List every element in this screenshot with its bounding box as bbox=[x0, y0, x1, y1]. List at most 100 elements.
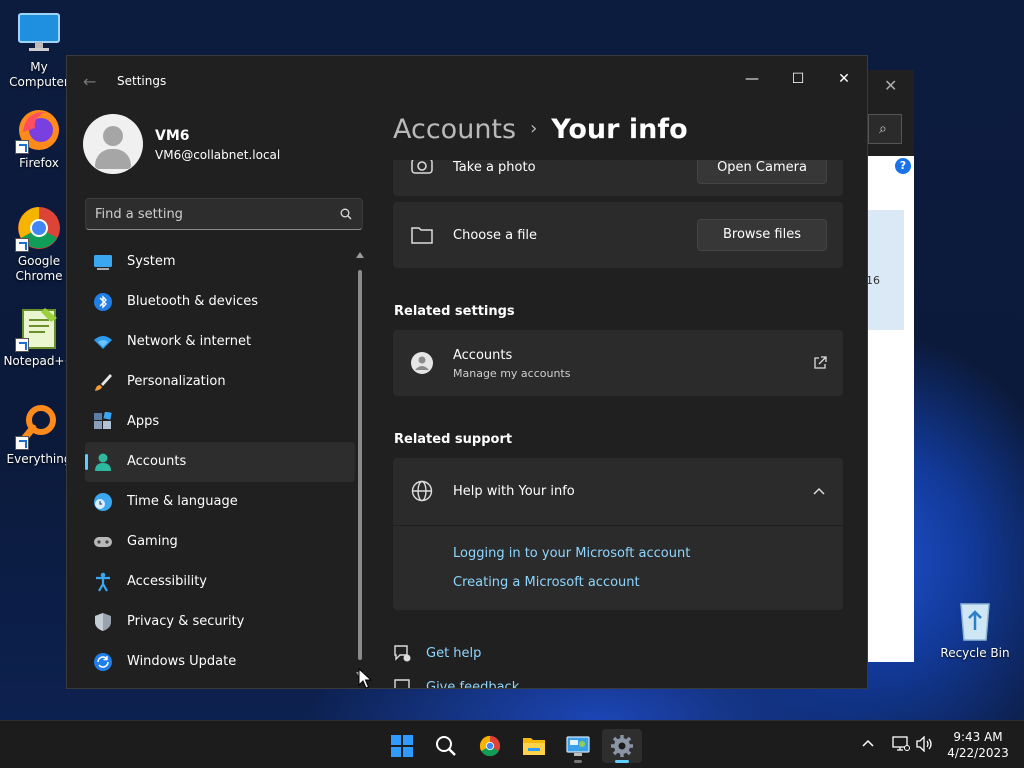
browse-files-button[interactable]: Browse files bbox=[697, 219, 827, 251]
taskbar-chrome-button[interactable] bbox=[470, 729, 510, 763]
notepadpp-icon bbox=[15, 304, 63, 352]
related-support-heading: Related support bbox=[394, 432, 513, 447]
give-feedback-link[interactable]: Give feedback bbox=[426, 680, 519, 688]
take-photo-label: Take a photo bbox=[453, 160, 536, 175]
settings-window: ← Settings — ☐ ✕ VM6 VM6@collabnet.local… bbox=[66, 55, 868, 689]
breadcrumb: Accounts › Your info bbox=[393, 114, 688, 145]
sidebar-item-bluetooth[interactable]: Bluetooth & devices bbox=[85, 282, 355, 322]
taskbar-start-button[interactable] bbox=[382, 729, 422, 763]
recycle-bin-icon bbox=[951, 596, 999, 644]
accounts-link-title: Accounts bbox=[453, 348, 513, 363]
apps-icon bbox=[94, 412, 112, 429]
active-indicator bbox=[615, 760, 629, 763]
sidebar-item-personalization[interactable]: Personalization bbox=[85, 362, 355, 402]
control-panel-icon bbox=[566, 736, 590, 756]
taskbar-file-explorer-button[interactable] bbox=[514, 729, 554, 763]
globe-icon bbox=[411, 480, 433, 502]
update-icon bbox=[94, 653, 112, 671]
desktop-icon-label: Firefox bbox=[19, 156, 59, 170]
desktop-icon-label: Notepad++ bbox=[3, 354, 75, 368]
desktop-icon-everything[interactable]: Everything bbox=[2, 402, 76, 467]
sidebar-item-privacy[interactable]: Privacy & security bbox=[85, 602, 355, 642]
mouse-cursor-icon bbox=[358, 668, 372, 689]
help-expander-header[interactable]: Help with Your info bbox=[393, 458, 843, 524]
gamepad-icon bbox=[94, 537, 112, 547]
sidebar-item-apps[interactable]: Apps bbox=[85, 402, 355, 442]
sidebar-item-gaming[interactable]: Gaming bbox=[85, 522, 355, 562]
clock-date: 4/22/2023 bbox=[947, 746, 1009, 760]
desktop-icon-recycle-bin[interactable]: Recycle Bin bbox=[938, 596, 1012, 661]
background-window[interactable]: ✕ ⌕ ? 16 bbox=[866, 70, 914, 662]
taskbar-clock[interactable]: 9:43 AM 4/22/2023 bbox=[942, 729, 1014, 761]
desktop-icon-label: Google Chrome bbox=[15, 254, 63, 283]
desktop-icon-label: Everything bbox=[6, 452, 72, 466]
scroll-up-icon[interactable] bbox=[356, 252, 364, 258]
taskbar-control-panel-button[interactable] bbox=[558, 729, 598, 763]
sidebar-item-windows-update[interactable]: Windows Update bbox=[85, 642, 355, 682]
sidebar-item-label: Network & internet bbox=[127, 334, 252, 349]
help-link-logging-in[interactable]: Logging in to your Microsoft account bbox=[453, 546, 690, 561]
desktop-icon-notepadpp[interactable]: Notepad++ bbox=[2, 304, 76, 369]
sidebar-item-label: Accounts bbox=[127, 454, 187, 469]
sidebar-item-accessibility[interactable]: Accessibility bbox=[85, 562, 355, 602]
feedback-icon bbox=[394, 679, 410, 688]
search-placeholder: Find a setting bbox=[95, 207, 183, 222]
network-icon[interactable] bbox=[892, 736, 910, 752]
sidebar-item-time-language[interactable]: Time & language bbox=[85, 482, 355, 522]
wifi-icon bbox=[94, 336, 112, 349]
sidebar-scrollbar[interactable] bbox=[355, 252, 365, 678]
search-icon bbox=[340, 208, 352, 220]
taskbar-search-button[interactable] bbox=[426, 729, 466, 763]
title-bar[interactable]: ← Settings — ☐ ✕ bbox=[67, 56, 867, 104]
bluetooth-icon bbox=[94, 293, 112, 311]
help-link-creating-account[interactable]: Creating a Microsoft account bbox=[453, 575, 640, 590]
shortcut-arrow-icon bbox=[15, 238, 29, 252]
page-title: Your info bbox=[551, 114, 688, 145]
folder-icon bbox=[411, 227, 433, 244]
desktop-icon-chrome[interactable]: Google Chrome bbox=[2, 204, 76, 284]
search-icon[interactable]: ⌕ bbox=[868, 114, 902, 144]
search-input[interactable]: Find a setting bbox=[85, 198, 363, 230]
account-circle-icon bbox=[411, 352, 433, 374]
sidebar-item-label: System bbox=[127, 254, 176, 269]
close-icon[interactable]: ✕ bbox=[884, 76, 897, 95]
avatar bbox=[83, 114, 143, 174]
help-icon[interactable]: ? bbox=[895, 158, 911, 174]
back-arrow-icon[interactable]: ← bbox=[83, 72, 96, 91]
background-window-text: 16 bbox=[866, 274, 880, 287]
get-help-link[interactable]: Get help bbox=[426, 646, 481, 661]
settings-icon bbox=[611, 735, 633, 757]
desktop-icon-my-computer[interactable]: My Computer bbox=[2, 10, 76, 90]
related-settings-heading: Related settings bbox=[394, 304, 515, 319]
accounts-icon bbox=[95, 453, 111, 471]
firefox-icon bbox=[15, 106, 63, 154]
system-icon bbox=[94, 255, 112, 270]
close-button[interactable]: ✕ bbox=[821, 64, 867, 94]
shortcut-arrow-icon bbox=[15, 436, 29, 450]
sidebar-item-accounts[interactable]: Accounts bbox=[85, 442, 355, 482]
volume-icon[interactable] bbox=[916, 736, 934, 752]
chevron-up-icon[interactable] bbox=[862, 738, 874, 748]
take-photo-card: Take a photo Open Camera bbox=[393, 160, 843, 196]
open-external-icon bbox=[814, 356, 827, 369]
maximize-button[interactable]: ☐ bbox=[775, 64, 821, 94]
background-window-panel bbox=[866, 210, 904, 330]
open-camera-button[interactable]: Open Camera bbox=[697, 160, 827, 184]
start-icon bbox=[391, 735, 413, 757]
taskbar-settings-button[interactable] bbox=[602, 729, 642, 763]
chrome-icon bbox=[479, 735, 501, 757]
sidebar-nav: System Bluetooth & devices Network & int… bbox=[85, 242, 355, 682]
sidebar-item-label: Bluetooth & devices bbox=[127, 294, 258, 309]
breadcrumb-parent[interactable]: Accounts bbox=[393, 114, 516, 145]
everything-icon bbox=[15, 402, 63, 450]
sidebar-item-system[interactable]: System bbox=[85, 242, 355, 282]
accounts-link-subtitle: Manage my accounts bbox=[453, 367, 571, 380]
accounts-link-card[interactable]: Accounts Manage my accounts bbox=[393, 330, 843, 396]
scroll-thumb[interactable] bbox=[358, 270, 362, 660]
choose-file-label: Choose a file bbox=[453, 228, 538, 243]
sidebar-item-network[interactable]: Network & internet bbox=[85, 322, 355, 362]
sidebar-item-label: Accessibility bbox=[127, 574, 207, 589]
minimize-button[interactable]: — bbox=[729, 64, 775, 94]
desktop-icon-firefox[interactable]: Firefox bbox=[2, 106, 76, 171]
desktop-icon-label: My Computer bbox=[9, 60, 69, 89]
